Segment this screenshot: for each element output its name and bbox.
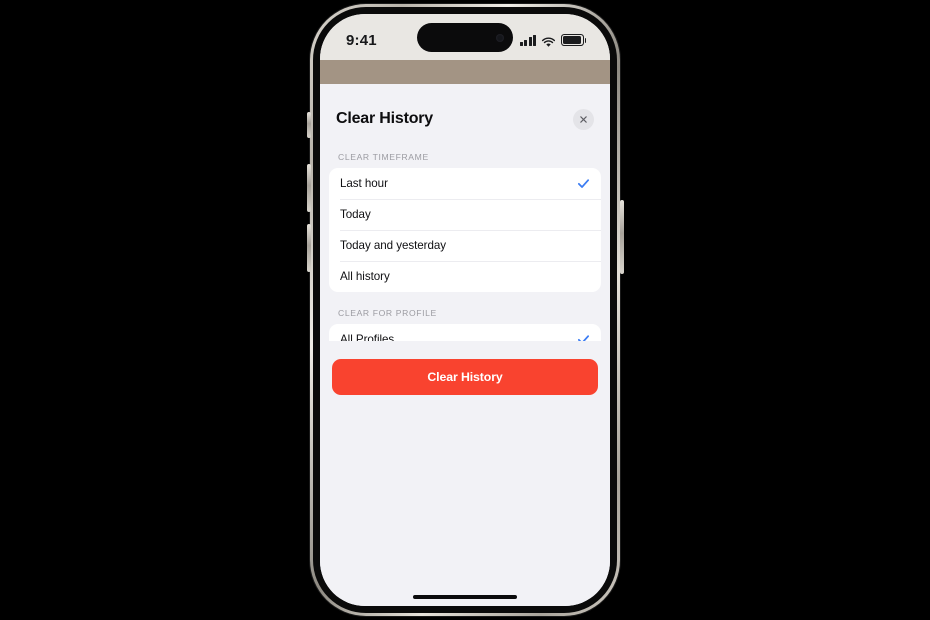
sheet-footer: Clear History	[320, 341, 610, 395]
phone-screen: 9:41 Clear History CLEAR TIMEFRAME Last …	[320, 14, 610, 606]
status-time: 9:41	[346, 31, 377, 49]
phone-device-frame: 9:41 Clear History CLEAR TIMEFRAME Last …	[306, 4, 624, 616]
volume-down-button[interactable]	[306, 224, 311, 272]
option-label: Today	[340, 208, 371, 221]
profile-options-card: All Profiles Personal School	[329, 324, 601, 341]
option-label: All Profiles	[340, 333, 395, 341]
option-label: Today and yesterday	[340, 239, 447, 252]
option-row-today-and-yesterday[interactable]: Today and yesterday	[329, 230, 601, 261]
background-page-strip	[320, 60, 610, 84]
status-indicators	[519, 28, 587, 47]
wifi-icon	[541, 35, 556, 47]
power-button[interactable]	[619, 200, 624, 274]
home-indicator[interactable]	[413, 595, 517, 599]
sheet-body: CLEAR TIMEFRAME Last hour Today Today an…	[320, 136, 610, 341]
clear-history-button[interactable]: Clear History	[332, 358, 598, 395]
timeframe-options-card: Last hour Today Today and yesterday All …	[329, 168, 601, 292]
battery-icon	[561, 34, 587, 46]
status-bar: 9:41	[320, 14, 610, 60]
sheet-header: Clear History	[320, 84, 610, 136]
front-camera-icon	[496, 33, 504, 42]
close-icon	[579, 115, 588, 124]
dynamic-island	[417, 23, 513, 52]
option-row-all-profiles[interactable]: All Profiles	[329, 324, 601, 341]
home-indicator-area	[320, 395, 610, 607]
option-label: All history	[340, 270, 390, 283]
page-title: Clear History	[336, 110, 433, 127]
screenshot-stage: 9:41 Clear History CLEAR TIMEFRAME Last …	[0, 0, 930, 620]
volume-up-button[interactable]	[306, 164, 311, 212]
clear-history-sheet: Clear History CLEAR TIMEFRAME Last hour …	[320, 84, 610, 606]
silent-switch-button[interactable]	[307, 112, 311, 138]
option-label: Last hour	[340, 177, 388, 190]
close-button[interactable]	[573, 108, 594, 130]
option-row-last-hour[interactable]: Last hour	[329, 168, 601, 199]
option-row-all-history[interactable]: All history	[329, 261, 601, 292]
cellular-signal-icon	[519, 34, 536, 46]
section-header-timeframe: CLEAR TIMEFRAME	[338, 152, 429, 162]
option-row-today[interactable]: Today	[329, 199, 601, 230]
checkmark-icon	[577, 333, 590, 341]
checkmark-icon	[577, 177, 590, 190]
section-header-profile: CLEAR FOR PROFILE	[338, 308, 437, 318]
